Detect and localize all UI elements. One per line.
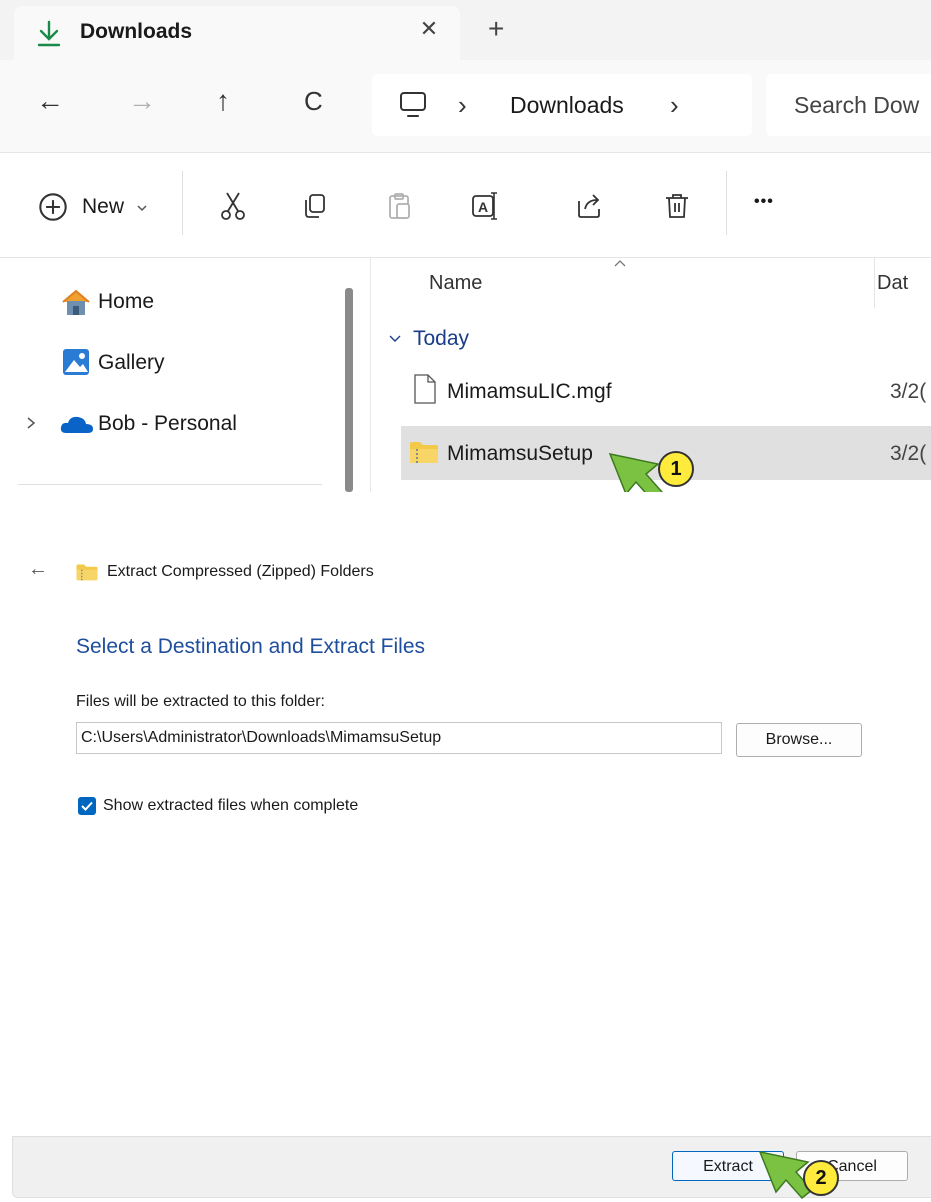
checkmark-icon (81, 801, 93, 811)
search-placeholder: Search Dow (794, 92, 920, 118)
new-tab-button[interactable]: + (488, 14, 504, 44)
column-header-date[interactable]: Dat (877, 272, 908, 295)
extract-dialog: ← Extract Compressed (Zipped) Folders Se… (0, 492, 931, 1202)
forward-button[interactable]: → (128, 86, 156, 116)
delete-icon[interactable] (662, 191, 692, 221)
show-files-label[interactable]: Show extracted files when complete (103, 797, 358, 815)
back-button[interactable]: ← (36, 86, 64, 116)
file-date: 3/2( (890, 442, 927, 465)
navigation-pane: Home Gallery Bob - Personal (0, 258, 340, 492)
file-row[interactable]: MimamsuLIC.mgf 3/2( (401, 364, 931, 418)
dialog-heading: Select a Destination and Extract Files (76, 635, 426, 658)
zip-folder-icon (410, 442, 438, 463)
chevron-down-icon[interactable] (388, 334, 402, 344)
title-bar: Downloads ✕ + (0, 0, 931, 62)
rename-icon[interactable]: A (470, 191, 500, 221)
zip-folder-icon (76, 564, 98, 581)
browse-button[interactable]: Browse... (736, 723, 862, 757)
tab-downloads[interactable]: Downloads ✕ (14, 6, 460, 62)
step-marker-1: 1 (658, 451, 694, 487)
new-button[interactable]: New (82, 195, 124, 219)
svg-text:A: A (478, 199, 488, 215)
show-files-checkbox[interactable] (78, 797, 96, 815)
more-options-icon[interactable]: ••• (754, 193, 774, 211)
cut-icon[interactable] (218, 191, 248, 221)
home-icon (62, 289, 90, 315)
close-tab-icon[interactable]: ✕ (414, 16, 444, 42)
chevron-right-icon[interactable] (24, 416, 38, 430)
file-icon (414, 374, 436, 404)
sidebar-divider (18, 484, 322, 485)
sidebar-item-home[interactable]: Home (98, 290, 154, 314)
file-date: 3/2( (890, 380, 927, 403)
share-icon[interactable] (575, 191, 605, 221)
navigation-bar: ← → ↑ C › Downloads › Search Dow (0, 60, 931, 153)
gallery-icon (63, 349, 89, 375)
add-icon[interactable] (38, 192, 68, 222)
up-button[interactable]: ↑ (216, 86, 230, 116)
address-bar[interactable]: › Downloads › (372, 74, 752, 136)
path-label: Files will be extracted to this folder: (76, 693, 325, 710)
onedrive-icon (60, 416, 93, 433)
group-header-today[interactable]: Today (413, 327, 469, 351)
step-marker-2: 2 (803, 1160, 839, 1196)
refresh-button[interactable]: C (304, 86, 323, 116)
toolbar-divider (182, 171, 183, 235)
copy-icon[interactable] (300, 191, 330, 221)
tab-title: Downloads (80, 20, 193, 43)
file-name: MimamsuSetup (447, 442, 593, 465)
sidebar-item-gallery[interactable]: Gallery (98, 351, 165, 375)
command-bar: New A ••• (0, 153, 931, 258)
this-pc-icon (400, 92, 426, 117)
sort-ascending-icon (614, 260, 626, 267)
dialog-title: Extract Compressed (Zipped) Folders (107, 563, 374, 580)
search-box[interactable]: Search Dow (766, 74, 931, 136)
sidebar-item-bob-personal[interactable]: Bob - Personal (98, 412, 237, 436)
back-arrow-icon[interactable]: ← (28, 558, 48, 581)
destination-path-field[interactable]: C:\Users\Administrator\Downloads\Mimamsu… (76, 722, 722, 754)
paste-icon[interactable] (385, 191, 415, 221)
toolbar-divider (726, 171, 727, 235)
file-name: MimamsuLIC.mgf (447, 380, 612, 403)
file-explorer-window: Downloads ✕ + ← → ↑ C › Downloads › Sear… (0, 0, 931, 492)
chevron-down-icon[interactable] (136, 203, 148, 213)
column-divider (874, 258, 875, 308)
chevron-right-icon[interactable]: › (458, 90, 467, 121)
breadcrumb-downloads[interactable]: Downloads (510, 92, 624, 119)
pointer-arrow-icon (608, 452, 664, 492)
sidebar-scrollbar[interactable] (345, 288, 353, 492)
destination-path-value: C:\Users\Administrator\Downloads\Mimamsu… (81, 729, 442, 746)
download-icon (37, 20, 61, 47)
column-header-name[interactable]: Name (429, 272, 482, 295)
chevron-right-icon[interactable]: › (670, 90, 679, 121)
